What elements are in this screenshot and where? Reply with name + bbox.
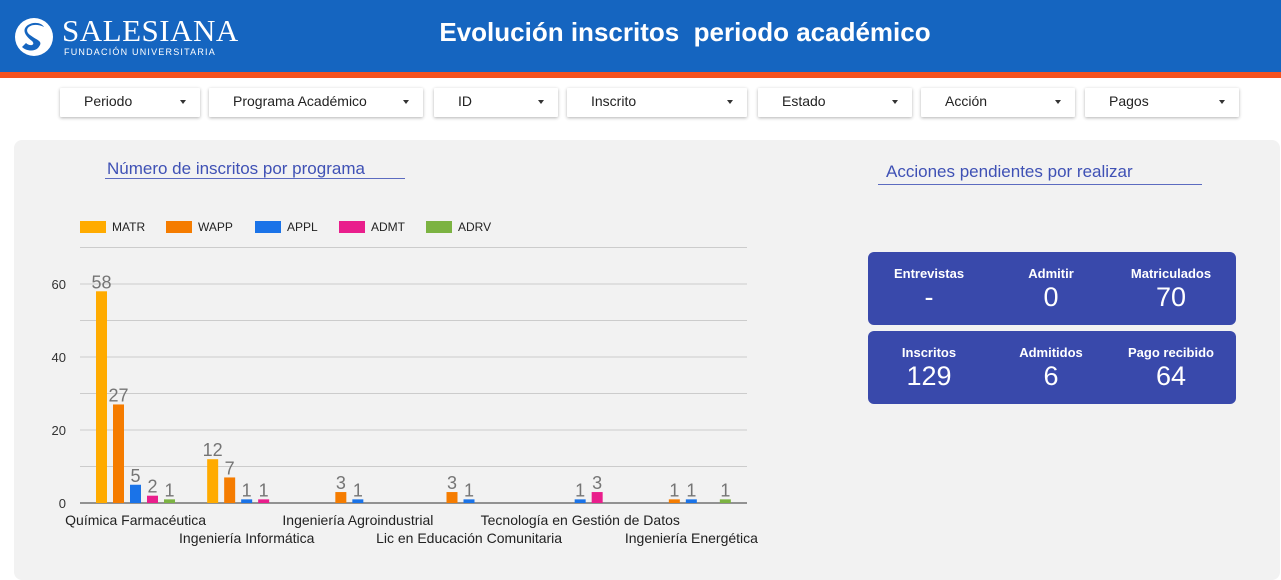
kpi-label: Admitidos xyxy=(1019,345,1083,360)
bar-admt xyxy=(591,492,603,503)
kpi-value: 0 xyxy=(1043,282,1059,312)
kpi-value: - xyxy=(924,282,934,312)
kpi-label: Entrevistas xyxy=(893,266,965,281)
bar-data-label: 1 xyxy=(575,480,585,500)
y-tick-label: 0 xyxy=(59,496,66,511)
filter-accion-dropdown[interactable]: Acción xyxy=(921,88,1075,117)
legend-label: APPL xyxy=(287,220,318,234)
kpi-value: 129 xyxy=(906,361,952,391)
header-bar: SALESIANA FUNDACIÓN UNIVERSITARIA Evoluc… xyxy=(0,0,1281,72)
logo-subtext: FUNDACIÓN UNIVERSITARIA xyxy=(64,47,216,57)
y-tick-label: 60 xyxy=(52,277,66,292)
kpi-section-title: Acciones pendientes por realizar xyxy=(886,162,1133,181)
filter-label: Programa Académico xyxy=(233,93,367,109)
kpi-value: 64 xyxy=(1155,361,1187,391)
category-label: Ingeniería Energética xyxy=(625,530,758,546)
filter-label: Estado xyxy=(782,93,826,109)
bar-data-label: 1 xyxy=(259,480,269,500)
dropdown-caret-icon xyxy=(538,100,544,104)
category-label: Lic en Educación Comunitaria xyxy=(376,530,562,546)
bar-wapp xyxy=(446,492,458,503)
bar-matr xyxy=(96,291,107,503)
bar-data-label: 58 xyxy=(91,272,111,292)
bar-wapp xyxy=(113,404,124,503)
bar-data-label: 3 xyxy=(447,473,457,493)
bar-data-label: 1 xyxy=(164,480,174,500)
filter-label: Acción xyxy=(945,93,988,109)
logo-wordmark: SALESIANA xyxy=(62,13,239,48)
dropdown-caret-icon xyxy=(892,100,898,104)
inscritos-bar-chart[interactable]: 0204060 582752 1Química Farmacéutica1271 1I… xyxy=(0,240,760,560)
bar-data-label: 1 xyxy=(353,480,363,500)
kpi-card-totals: Inscritos 129 Admitidos 6 Pago recibido … xyxy=(868,331,1236,404)
dropdown-caret-icon xyxy=(727,100,733,104)
category-label: Ingeniería Informática xyxy=(179,530,315,546)
legend-swatch xyxy=(80,221,106,233)
bar-data-label: 1 xyxy=(686,480,696,500)
filter-periodo-dropdown[interactable]: Periodo xyxy=(60,88,200,117)
kpi-value: 6 xyxy=(1043,361,1059,391)
bar-data-label: 1 xyxy=(464,480,474,500)
filter-id-dropdown[interactable]: ID xyxy=(434,88,558,117)
legend-swatch xyxy=(339,221,365,233)
legend-label: MATR xyxy=(112,220,146,234)
legend-swatch xyxy=(255,221,281,233)
y-tick-label: 40 xyxy=(52,350,66,365)
category-label: Tecnología en Gestión de Datos xyxy=(481,512,680,528)
kpi-value: 70 xyxy=(1155,282,1187,312)
bar-admt xyxy=(147,495,158,503)
filter-label: Periodo xyxy=(84,93,133,109)
filter-inscrito-dropdown[interactable]: Inscrito xyxy=(567,88,747,117)
bar-data-label: 3 xyxy=(336,473,346,493)
bar-data-label: 12 xyxy=(203,440,223,460)
filter-label: Inscrito xyxy=(591,93,637,109)
salesiana-logo[interactable]: SALESIANA FUNDACIÓN UNIVERSITARIA xyxy=(14,14,238,60)
bar-data-label: 27 xyxy=(108,385,128,405)
bar-wapp xyxy=(224,477,236,503)
kpi-label: Admitir xyxy=(1028,266,1074,281)
kpi-label: Inscritos xyxy=(901,345,957,360)
filter-estado-dropdown[interactable]: Estado xyxy=(758,88,912,117)
bar-data-label: 1 xyxy=(242,480,252,500)
filter-label: ID xyxy=(458,93,472,109)
legend-label: ADMT xyxy=(371,220,405,234)
category-label: Ingeniería Agroindustrial xyxy=(282,512,433,528)
legend-label: ADRV xyxy=(458,220,492,234)
filter-programa-dropdown[interactable]: Programa Académico xyxy=(209,88,423,117)
kpi-label: Pago recibido xyxy=(1128,345,1214,360)
bar-data-label: 1 xyxy=(720,480,730,500)
chart-title-underline xyxy=(105,178,405,179)
legend-label: WAPP xyxy=(198,220,233,234)
category-label: Química Farmacéutica xyxy=(65,512,206,528)
bar-wapp xyxy=(335,492,347,503)
dropdown-caret-icon xyxy=(403,100,409,104)
bar-data-label: 5 xyxy=(130,466,140,486)
legend-swatch xyxy=(166,221,192,233)
legend-swatch xyxy=(426,221,452,233)
bar-data-label: 3 xyxy=(592,473,602,493)
header-stripe xyxy=(0,72,1281,78)
logo-emblem-icon xyxy=(15,18,53,56)
bar-appl xyxy=(130,484,141,503)
bar-data-label: 2 xyxy=(147,477,157,497)
dropdown-caret-icon xyxy=(1055,100,1061,104)
bar-data-label: 7 xyxy=(225,458,235,478)
dropdown-caret-icon xyxy=(1219,100,1225,104)
bar-data-label: 1 xyxy=(669,480,679,500)
dropdown-caret-icon xyxy=(180,100,186,104)
bar-matr xyxy=(207,459,219,503)
y-tick-label: 20 xyxy=(52,423,66,438)
kpi-card-pending: Entrevistas - Admitir 0 Matriculados 70 xyxy=(868,252,1236,325)
filter-label: Pagos xyxy=(1109,93,1149,109)
page-title: Evolución inscritos periodo académico xyxy=(439,17,931,47)
kpi-label: Matriculados xyxy=(1130,266,1212,281)
chart-section-title: Número de inscritos por programa xyxy=(107,159,365,178)
filter-pagos-dropdown[interactable]: Pagos xyxy=(1085,88,1239,117)
kpi-title-underline xyxy=(878,184,1202,185)
